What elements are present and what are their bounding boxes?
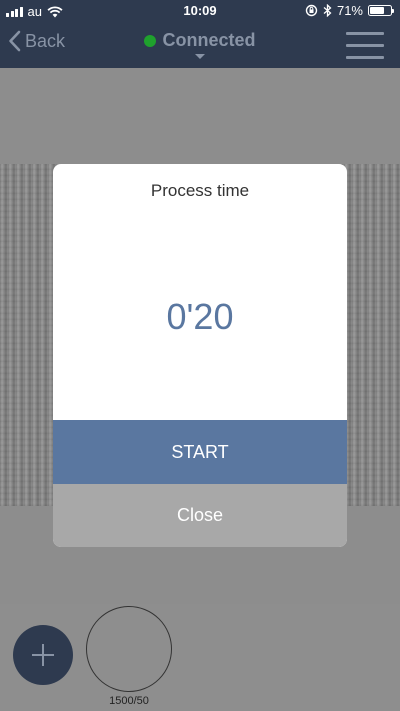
battery-percent: 71% [336,3,363,18]
status-bar: au 10:09 71% [0,0,400,22]
process-time-value[interactable]: 0'20 [53,296,347,338]
connection-selector[interactable]: Connected [0,30,400,51]
hamburger-menu-icon[interactable] [346,32,384,60]
bottom-toolbar: 1500/50 [0,604,400,711]
process-time-dialog: Process time 0'20 START Close [53,164,347,547]
close-button[interactable]: Close [53,484,347,547]
preset-label: 1500/50 [109,695,149,707]
connection-status[interactable]: Connected [144,30,256,51]
connection-status-dot [144,34,157,47]
status-right: 71% [305,3,394,18]
chevron-down-icon[interactable] [195,54,205,59]
bluetooth-icon [323,4,332,17]
battery-fill [370,7,385,14]
preset-button[interactable] [86,606,172,692]
start-button[interactable]: START [53,420,347,484]
battery-icon [368,5,394,16]
dialog-title: Process time [150,181,250,200]
rotation-lock-icon [305,4,318,17]
plus-icon[interactable] [13,625,73,685]
nav-bar: Back Connected [0,22,400,68]
connection-label: Connected [162,30,256,50]
